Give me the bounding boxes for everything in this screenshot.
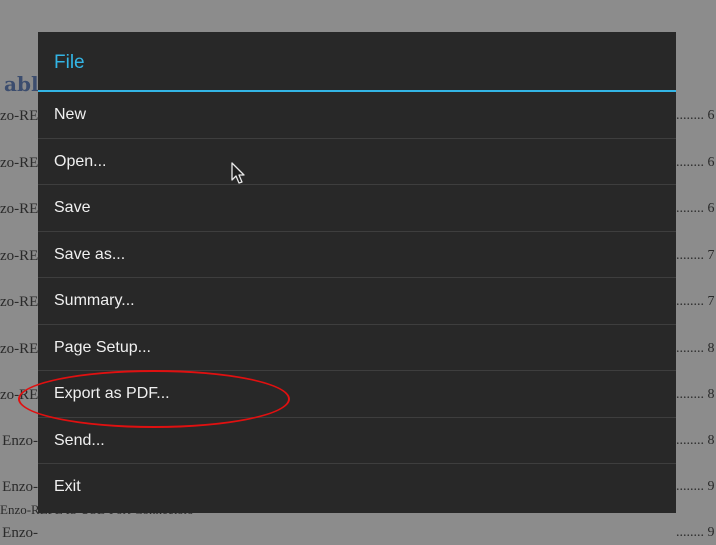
menu-item-open[interactable]: Open... (38, 139, 676, 185)
menu-title: File (38, 32, 676, 92)
menu-item-save[interactable]: Save (38, 185, 676, 232)
toc-page-number: ........ 9 (676, 525, 715, 540)
toc-entry-text: zo-RE (0, 155, 38, 171)
file-menu-dialog: File New Open... Save Save as... Summary... P… (38, 32, 676, 513)
toc-entry-text: Enzo- (2, 479, 38, 495)
toc-entry-text: zo-RE (0, 108, 38, 124)
menu-item-page-setup[interactable]: Page Setup... (38, 325, 676, 371)
toc-page-number: ........ 6 (676, 201, 715, 216)
menu-item-exit[interactable]: Exit (38, 464, 676, 511)
menu-item-new[interactable]: New (38, 92, 676, 139)
menu-item-summary[interactable]: Summary... (38, 278, 676, 325)
menu-item-send[interactable]: Send... (38, 418, 676, 464)
toc-entry-text: zo-RE (0, 201, 38, 217)
toc-entry-text: Enzo- (2, 433, 38, 449)
toc-entry-text: zo-RE (0, 387, 38, 403)
toc-page-number: ........ 8 (676, 387, 715, 402)
toc-entry-text: zo-RE (0, 248, 38, 264)
toc-entry-text: zo-RE (0, 294, 38, 310)
toc-page-number: ........ 6 (676, 108, 715, 123)
menu-item-export-pdf[interactable]: Export as PDF... (38, 371, 676, 418)
toc-page-number: ........ 6 (676, 155, 715, 170)
document-toc-row: Enzo- ........ 9 (0, 525, 716, 545)
toc-page-number: ........ 9 (676, 479, 715, 494)
menu-item-save-as[interactable]: Save as... (38, 232, 676, 278)
toc-page-number: ........ 8 (676, 433, 715, 448)
toc-entry-text: Enzo- (2, 525, 38, 541)
toc-entry-text: zo-RE (0, 341, 38, 357)
toc-page-number: ........ 8 (676, 341, 715, 356)
toc-page-number: ........ 7 (676, 248, 715, 263)
mouse-pointer-icon (231, 162, 245, 184)
toc-page-number: ........ 7 (676, 294, 715, 309)
